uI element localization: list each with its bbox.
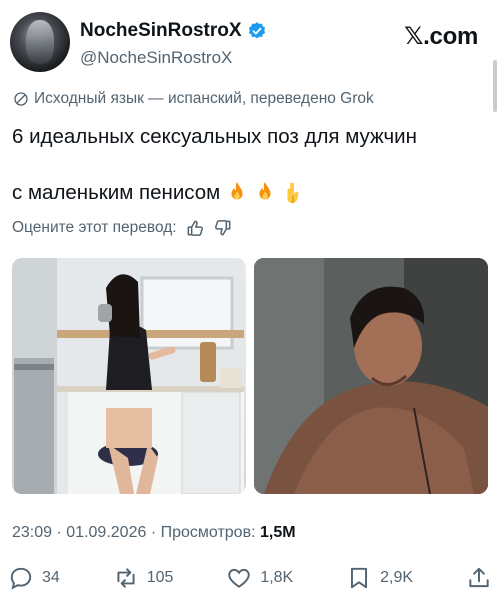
scrollbar[interactable] xyxy=(493,60,497,112)
separator-dot: · xyxy=(56,524,67,541)
site-brand: 𝕏.com xyxy=(404,23,478,50)
fire-icon xyxy=(231,181,243,200)
post-date: 01.09.2026 xyxy=(66,524,147,541)
post-line-1: 6 идеальных сексуальных поз для мужчин xyxy=(12,125,417,148)
post-timestamp[interactable]: 23:09 · 01.09.2026 · Просмотров: 1,5M xyxy=(12,524,296,542)
fire-icon xyxy=(259,181,271,200)
action-bar: 34 105 1,8K 2,9K xyxy=(8,562,492,594)
repost-button[interactable]: 105 xyxy=(113,565,174,591)
verified-badge-icon xyxy=(248,22,265,39)
heart-icon xyxy=(228,568,251,588)
post-line-2-row: с маленьким пенисом xyxy=(12,180,304,206)
post-line-2: с маленьким пенисом xyxy=(12,181,221,204)
share-icon xyxy=(469,567,489,588)
translate-icon xyxy=(14,92,28,106)
bookmark-count: 2,9K xyxy=(380,569,414,586)
author-handle[interactable]: @NocheSinRostroX xyxy=(80,48,267,68)
author-block: NocheSinRostroX @NocheSinRostroX xyxy=(80,20,267,68)
rate-label: Оцените этот перевод: xyxy=(12,219,177,236)
thumbs-up-icon[interactable] xyxy=(185,218,205,238)
post-header: NocheSinRostroX @NocheSinRostroX 𝕏.com xyxy=(10,12,490,78)
photo-kitchen-woman-art xyxy=(12,258,246,494)
bookmark-button[interactable]: 2,9K xyxy=(346,565,413,591)
reply-icon xyxy=(10,567,32,590)
rate-translation: Оцените этот перевод: xyxy=(12,218,233,238)
bookmark-icon xyxy=(351,567,368,589)
post-text: 6 идеальных сексуальных поз для мужчин с… xyxy=(12,124,482,204)
views-count: 1,5M xyxy=(259,524,296,541)
share-button[interactable] xyxy=(466,565,492,591)
like-count: 1,8K xyxy=(260,569,294,586)
point-down-icon xyxy=(287,182,299,203)
avatar[interactable] xyxy=(10,12,70,72)
views-label: Просмотров: xyxy=(160,524,256,541)
thumbs-down-icon[interactable] xyxy=(213,218,233,238)
avatar-face xyxy=(26,20,54,64)
photo-man-shower[interactable] xyxy=(254,258,488,494)
photo-man-shower-art xyxy=(254,258,488,494)
like-button[interactable]: 1,8K xyxy=(226,565,293,591)
repost-count: 105 xyxy=(146,569,174,586)
post-time: 23:09 xyxy=(12,524,53,541)
translation-note: Исходный язык — испанский, переведено Gr… xyxy=(12,90,374,108)
author-name-row[interactable]: NocheSinRostroX xyxy=(80,20,267,42)
repost-icon xyxy=(117,568,135,588)
separator-dot: · xyxy=(150,524,161,541)
media-grid xyxy=(12,258,488,494)
reply-button[interactable]: 34 xyxy=(8,565,60,591)
reply-count: 34 xyxy=(42,569,60,586)
translation-note-text: Исходный язык — испанский, переведено Gr… xyxy=(34,90,374,107)
photo-kitchen-woman[interactable] xyxy=(12,258,246,494)
author-name[interactable]: NocheSinRostroX xyxy=(80,20,242,42)
